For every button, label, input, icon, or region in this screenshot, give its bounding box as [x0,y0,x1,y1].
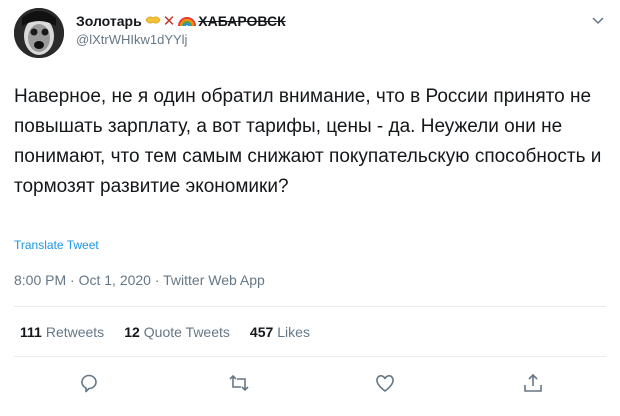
cross-mark-icon: ✕ [162,13,176,30]
reply-icon[interactable] [78,372,100,394]
divider [14,356,606,357]
translate-tweet-link[interactable]: Translate Tweet [14,238,99,252]
retweets-count: 111 [20,324,42,340]
heart-icon[interactable] [374,372,396,394]
tweet-actions [0,372,620,396]
divider [14,306,606,307]
rainbow-icon [178,13,197,29]
tweet-text: Наверное, не я один обратил внимание, чт… [14,86,602,197]
quote-tweets-count: 12 [124,324,140,340]
retweet-icon[interactable] [228,372,250,394]
retweets-stat[interactable]: 111 Retweets [20,324,104,340]
author-name-line[interactable]: Золотарь ✕ ХАБАРОВСК [76,12,286,30]
share-icon[interactable] [522,372,544,394]
likes-label: Likes [277,324,310,340]
retweets-label: Retweets [45,324,105,340]
avatar-image [14,8,64,58]
avatar[interactable] [14,8,64,58]
chevron-down-icon[interactable] [590,12,606,28]
tweet-stats: 111 Retweets 12 Quote Tweets 457 Likes [20,324,330,340]
likes-count: 457 [249,324,274,340]
handshake-icon [145,13,161,29]
author-display-name[interactable]: Золотарь [76,13,142,29]
quote-tweets-label: Quote Tweets [143,324,230,340]
quote-tweets-stat[interactable]: 12 Quote Tweets [124,324,230,340]
author-city-name: ХАБАРОВСК [198,13,286,29]
author-handle[interactable]: @lXtrWHIkw1dYYlj [76,32,187,47]
likes-stat[interactable]: 457 Likes [250,324,310,340]
tweet-timestamp[interactable]: 8:00 PM · Oct 1, 2020 · Twitter Web App [14,272,265,288]
